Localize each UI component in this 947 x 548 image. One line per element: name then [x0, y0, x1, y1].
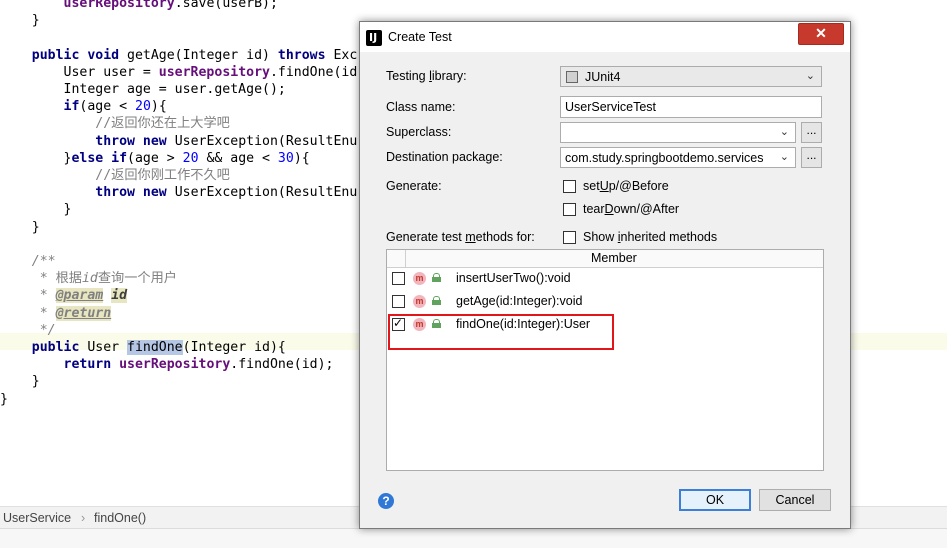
members-table[interactable]: Member m insertUserTwo():void m getAge(i…: [386, 249, 824, 471]
intellij-app-icon: IJ: [366, 30, 382, 46]
code-line: //返回你还在上大学吧: [95, 116, 230, 132]
close-button[interactable]: ✕: [798, 23, 844, 45]
table-header: Member: [387, 250, 823, 268]
code-line: public User findOne(Integer id){: [31, 340, 286, 355]
chevron-down-icon: ⌄: [779, 151, 789, 163]
teardown-label: tearDown/@After: [583, 202, 680, 216]
method-icon: m: [413, 272, 426, 285]
code-line: User user = userRepository.findOne(id: [0, 64, 358, 80]
code-line: * @return: [39, 305, 112, 321]
superclass-select[interactable]: ⌄: [560, 122, 796, 143]
class-name-value: UserServiceTest: [565, 100, 656, 114]
setup-label: setUp/@Before: [583, 179, 669, 193]
generate-label: Generate:: [386, 179, 442, 193]
member-name: getAge(id:Integer):void: [456, 294, 583, 308]
destination-package-select[interactable]: com.study.springbootdemo.services ⌄: [560, 147, 796, 168]
unlocked-icon: [432, 296, 441, 305]
code-line: return userRepository.findOne(id);: [63, 357, 334, 373]
testing-library-select[interactable]: JUnit4 ⌄: [560, 66, 822, 87]
class-name-field[interactable]: UserServiceTest: [560, 96, 822, 118]
chevron-down-icon: ⌄: [805, 70, 815, 82]
breadcrumb-method[interactable]: findOne(): [94, 511, 146, 525]
member-column-header[interactable]: Member: [591, 251, 637, 265]
code-line: * 根据id查询一个用户: [39, 271, 177, 287]
member-name: insertUserTwo():void: [456, 271, 571, 285]
help-icon[interactable]: ?: [378, 493, 394, 509]
annotation-red-box: [388, 314, 614, 350]
ok-button[interactable]: OK: [679, 489, 751, 511]
breadcrumb-separator: ›: [81, 511, 86, 525]
method-icon: m: [413, 295, 426, 308]
junit-icon: [566, 71, 578, 83]
dialog-title: Create Test: [388, 30, 452, 44]
superclass-browse-button[interactable]: ...: [801, 122, 822, 143]
code-line: throw new UserException(ResultEnu: [95, 185, 358, 201]
table-row[interactable]: m insertUserTwo():void: [387, 268, 823, 291]
breadcrumb-class[interactable]: UserService: [3, 511, 71, 525]
code-line: */: [39, 322, 56, 338]
code-line: Integer age = user.getAge();: [0, 82, 286, 97]
code-line: }: [0, 202, 72, 218]
code-line: //返回你刚工作不久吧: [95, 168, 230, 183]
generate-methods-label: Generate test methods for:: [386, 230, 535, 244]
unlocked-icon: [432, 273, 441, 282]
code-line: }: [0, 13, 40, 29]
show-inherited-checkbox[interactable]: [563, 231, 576, 244]
code-line: userRepository.save(userB);: [63, 0, 278, 11]
testing-library-label: Testing library:: [386, 69, 467, 83]
status-bar: [0, 528, 947, 548]
code-line: }: [0, 374, 40, 390]
code-line: }else if(age > 20 && age < 30){: [0, 150, 310, 166]
destination-package-label: Destination package:: [386, 150, 503, 164]
chevron-down-icon: ⌄: [779, 126, 789, 138]
package-browse-button[interactable]: ...: [801, 147, 822, 168]
member-checkbox[interactable]: [392, 295, 405, 308]
create-test-dialog: IJ Create Test ✕ Testing library: JUnit4…: [359, 21, 851, 529]
table-header-select-column: [387, 250, 406, 267]
code-line: /**: [31, 254, 56, 269]
superclass-label: Superclass:: [386, 125, 452, 139]
code-line: * @param id: [39, 288, 128, 304]
code-line: throw new UserException(ResultEnu: [95, 133, 358, 149]
member-checkbox[interactable]: [392, 272, 405, 285]
class-name-label: Class name:: [386, 100, 456, 114]
testing-library-value: JUnit4: [585, 70, 621, 84]
show-inherited-label: Show inherited methods: [583, 230, 718, 244]
code-line: if(age < 20){: [63, 99, 167, 115]
setup-checkbox[interactable]: [563, 180, 576, 193]
teardown-checkbox[interactable]: [563, 203, 576, 216]
table-row[interactable]: m getAge(id:Integer):void: [387, 291, 823, 314]
cancel-button[interactable]: Cancel: [759, 489, 831, 511]
code-line: }: [0, 391, 8, 407]
code-line: }: [0, 219, 40, 235]
destination-package-value: com.study.springbootdemo.services: [565, 151, 764, 165]
code-line: public void getAge(Integer id) throws Ex…: [31, 47, 358, 63]
dialog-titlebar[interactable]: IJ Create Test ✕: [360, 22, 850, 52]
